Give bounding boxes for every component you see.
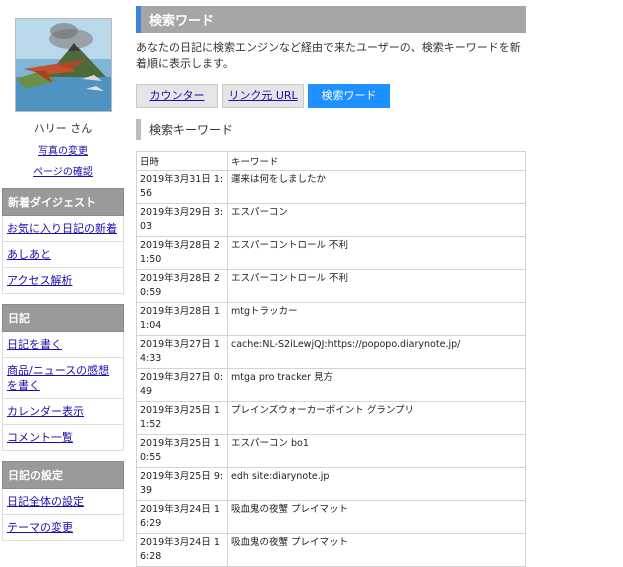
row-keyword: エスパーコン — [227, 203, 526, 237]
tab-bar: カウンター リンク元 URL 検索ワード — [136, 84, 526, 108]
row-date: 2019年3月31日 1:56 — [136, 170, 228, 204]
menu-item-footprints[interactable]: あしあと — [2, 242, 124, 268]
table-row: 2019年3月27日 14:33 cache:NL-S2iLewjQJ:http… — [136, 335, 526, 369]
menu-item-write-diary[interactable]: 日記を書く — [2, 332, 124, 358]
row-keyword: mtgトラッカー — [227, 302, 526, 336]
page-description: あなたの日記に検索エンジンなど経由で来たユーザーの、検索キーワードを新着順に表示… — [136, 41, 521, 70]
menu-item-diary-settings[interactable]: 日記全体の設定 — [2, 489, 124, 515]
row-keyword: mtga pro tracker 見方 — [227, 368, 526, 402]
check-page-link[interactable]: ページの確認 — [2, 163, 124, 178]
user-name: ハリー さん — [33, 122, 93, 135]
profile-photo-image — [15, 19, 111, 111]
table-row: 2019年3月29日 3:03 エスパーコン — [136, 203, 526, 237]
table-row: 2019年3月31日 1:56 運来は何をしましたか — [136, 170, 526, 204]
row-keyword: エスパーコントロール 不利 — [227, 236, 526, 270]
page-title: 検索ワード — [136, 6, 526, 33]
table-row: 2019年3月28日 11:04 mtgトラッカー — [136, 302, 526, 336]
menu-header-diary: 日記 — [2, 304, 124, 332]
row-keyword: 吸血鬼の夜蟹 プレイマット — [227, 533, 526, 567]
row-date: 2019年3月28日 21:50 — [136, 236, 228, 270]
main-content: 検索ワード あなたの日記に検索エンジンなど経由で来たユーザーの、検索キーワードを… — [136, 6, 526, 567]
table-row: 2019年3月27日 0:49 mtga pro tracker 見方 — [136, 368, 526, 402]
sidebar: ハリー さん 写真の変更 ページの確認 新着ダイジェスト お気に入り日記の新着 … — [2, 0, 124, 541]
row-date: 2019年3月24日 16:29 — [136, 500, 228, 534]
menu-header-digest: 新着ダイジェスト — [2, 188, 124, 216]
row-date: 2019年3月25日 9:39 — [136, 467, 228, 501]
menu-item-write-review[interactable]: 商品/ニュースの感想を書く — [2, 358, 124, 399]
menu-section-digest: 新着ダイジェスト お気に入り日記の新着 あしあと アクセス解析 — [2, 188, 124, 294]
menu-item-theme[interactable]: テーマの変更 — [2, 515, 124, 541]
row-keyword: エスパーコン bo1 — [227, 434, 526, 468]
table-row: 2019年3月25日 10:55 エスパーコン bo1 — [136, 434, 526, 468]
tab-search-words[interactable]: 検索ワード — [308, 84, 390, 108]
table-row: 2019年3月28日 21:50 エスパーコントロール 不利 — [136, 236, 526, 270]
row-date: 2019年3月27日 14:33 — [136, 335, 228, 369]
menu-header-settings: 日記の設定 — [2, 461, 124, 489]
menu-item-calendar[interactable]: カレンダー表示 — [2, 399, 124, 425]
table-row: 2019年3月24日 16:29 吸血鬼の夜蟹 プレイマット — [136, 500, 526, 534]
row-date: 2019年3月25日 11:52 — [136, 401, 228, 435]
row-date: 2019年3月24日 16:28 — [136, 533, 228, 567]
row-date: 2019年3月25日 10:55 — [136, 434, 228, 468]
table-row: 2019年3月28日 20:59 エスパーコントロール 不利 — [136, 269, 526, 303]
menu-section-diary: 日記 日記を書く 商品/ニュースの感想を書く カレンダー表示 コメント一覧 — [2, 304, 124, 451]
table-header-row: 日時 キーワード — [136, 151, 526, 171]
profile-photo — [14, 18, 112, 112]
row-keyword: cache:NL-S2iLewjQJ:https://popopo.diaryn… — [227, 335, 526, 369]
tab-counter[interactable]: カウンター — [136, 84, 218, 108]
column-header-date: 日時 — [136, 151, 228, 171]
profile-box: ハリー さん 写真の変更 ページの確認 — [2, 0, 124, 178]
row-date: 2019年3月27日 0:49 — [136, 368, 228, 402]
menu-item-comments[interactable]: コメント一覧 — [2, 425, 124, 451]
change-photo-link[interactable]: 写真の変更 — [2, 142, 124, 157]
row-keyword: edh site:diarynote.jp — [227, 467, 526, 501]
row-keyword: プレインズウォーカーポイント グランプリ — [227, 401, 526, 435]
menu-item-access-analysis[interactable]: アクセス解析 — [2, 268, 124, 294]
row-keyword: エスパーコントロール 不利 — [227, 269, 526, 303]
section-title: 検索キーワード — [136, 119, 526, 140]
table-row: 2019年3月25日 9:39 edh site:diarynote.jp — [136, 467, 526, 501]
row-date: 2019年3月28日 20:59 — [136, 269, 228, 303]
row-date: 2019年3月28日 11:04 — [136, 302, 228, 336]
row-keyword: 吸血鬼の夜蟹 プレイマット — [227, 500, 526, 534]
column-header-keyword: キーワード — [227, 151, 526, 171]
row-keyword: 運来は何をしましたか — [227, 170, 526, 204]
menu-section-settings: 日記の設定 日記全体の設定 テーマの変更 — [2, 461, 124, 541]
table-row: 2019年3月25日 11:52 プレインズウォーカーポイント グランプリ — [136, 401, 526, 435]
tab-referrer-url[interactable]: リンク元 URL — [222, 84, 304, 108]
menu-item-favorite-diary[interactable]: お気に入り日記の新着 — [2, 216, 124, 242]
table-row: 2019年3月24日 16:28 吸血鬼の夜蟹 プレイマット — [136, 533, 526, 567]
row-date: 2019年3月29日 3:03 — [136, 203, 228, 237]
keyword-table: 日時 キーワード 2019年3月31日 1:56 運来は何をしましたか 2019… — [136, 151, 526, 567]
